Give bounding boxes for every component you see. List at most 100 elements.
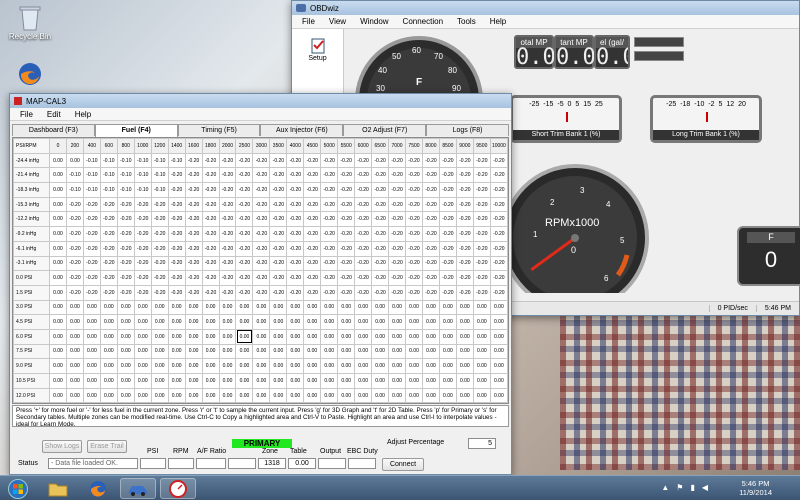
fuel-cell[interactable]: 0.00 — [252, 387, 271, 403]
fuel-cell[interactable]: -0.20 — [421, 284, 440, 301]
fuel-cell[interactable]: 0.00 — [150, 373, 169, 389]
fuel-cell[interactable]: -0.20 — [201, 226, 220, 242]
fuel-cell[interactable]: 0.00 — [218, 358, 237, 374]
fuel-cell[interactable]: -0.20 — [116, 270, 135, 286]
fuel-cell[interactable]: -0.20 — [201, 255, 220, 272]
fuel-cell[interactable]: 0.00 — [49, 240, 67, 257]
fuel-cell[interactable]: -0.20 — [286, 240, 305, 257]
fuel-cell[interactable]: -0.20 — [489, 152, 508, 169]
fuel-cell[interactable]: 0.00 — [167, 402, 186, 403]
fuel-cell[interactable]: 0.00 — [99, 314, 118, 330]
fuel-cell[interactable]: -0.20 — [116, 196, 135, 213]
fuel-cell[interactable]: -0.20 — [455, 182, 474, 198]
fuel-cell[interactable]: -0.20 — [133, 211, 152, 228]
fuel-cell[interactable]: -0.10 — [99, 152, 118, 169]
fuel-cell[interactable]: 0.00 — [371, 328, 390, 345]
fuel-cell[interactable]: -0.20 — [489, 226, 508, 242]
fuel-cell[interactable]: 0.00 — [99, 373, 118, 389]
fuel-cell[interactable]: -0.20 — [116, 211, 135, 228]
fuel-cell[interactable]: 0.00 — [150, 402, 169, 403]
fuel-cell[interactable]: -0.20 — [438, 226, 457, 242]
fuel-cell[interactable]: -0.20 — [303, 211, 322, 228]
fuel-cell[interactable]: -0.20 — [82, 255, 101, 272]
fuel-cell[interactable]: -0.20 — [455, 270, 474, 286]
fuel-cell[interactable]: -0.10 — [65, 167, 84, 184]
fuel-cell[interactable]: 0.00 — [99, 358, 118, 374]
fuel-cell[interactable]: 0.00 — [269, 402, 288, 403]
fuel-cell[interactable]: 0.00 — [218, 328, 237, 345]
fuel-cell[interactable]: -0.20 — [99, 196, 118, 213]
fuel-cell[interactable]: 0.00 — [82, 328, 101, 345]
fuel-cell[interactable]: -0.20 — [269, 211, 288, 228]
fuel-cell[interactable]: -0.20 — [201, 182, 220, 198]
fuel-cell[interactable]: 0.00 — [167, 387, 186, 403]
fuel-cell[interactable]: -0.10 — [150, 152, 169, 169]
fuel-cell[interactable]: -0.20 — [252, 152, 271, 169]
fuel-cell[interactable]: 0.00 — [167, 328, 186, 345]
connect-button[interactable]: Connect — [382, 458, 424, 471]
fuel-cell[interactable]: -0.20 — [303, 240, 322, 257]
fuel-cell[interactable]: -0.10 — [133, 152, 152, 169]
fuel-cell[interactable]: 0.00 — [303, 402, 322, 403]
fuel-cell[interactable]: -0.20 — [438, 270, 457, 286]
fuel-cell[interactable]: 0.00 — [303, 387, 322, 403]
fuel-cell[interactable]: 0.00 — [489, 299, 508, 316]
fuel-cell[interactable]: 0.00 — [116, 314, 135, 330]
fuel-cell[interactable]: -0.10 — [65, 182, 84, 198]
fuel-cell[interactable]: 0.00 — [421, 373, 440, 389]
fuel-cell[interactable]: 0.00 — [405, 314, 423, 330]
fuel-cell[interactable]: -0.20 — [388, 255, 407, 272]
fuel-cell[interactable]: -0.20 — [218, 270, 237, 286]
recycle-bin-icon[interactable]: Recycle Bin — [8, 4, 52, 41]
fuel-cell[interactable]: -0.20 — [82, 284, 101, 301]
fuel-cell[interactable]: 0.00 — [320, 387, 339, 403]
fuel-cell[interactable]: 0.00 — [303, 328, 322, 345]
fuel-cell[interactable]: -0.20 — [354, 270, 373, 286]
taskbar-clock[interactable]: 5:46 PM 11/9/2014 — [739, 479, 772, 497]
fuel-cell[interactable]: 0.00 — [337, 299, 356, 316]
fuel-cell[interactable]: -0.20 — [354, 255, 373, 272]
fuel-cell[interactable]: -0.20 — [99, 255, 118, 272]
fuel-cell[interactable]: 0.00 — [167, 299, 186, 316]
fuel-cell[interactable]: -0.20 — [421, 152, 440, 169]
fuel-cell[interactable]: 0.00 — [184, 343, 203, 360]
fuel-cell[interactable]: -0.20 — [150, 270, 169, 286]
fuel-cell[interactable]: 0.00 — [371, 358, 390, 374]
fuel-cell[interactable]: -0.20 — [472, 284, 491, 301]
fuel-cell[interactable]: 0.00 — [388, 299, 407, 316]
fuel-cell[interactable]: -0.20 — [235, 211, 254, 228]
fuel-cell[interactable]: 0.00 — [218, 402, 237, 403]
fuel-cell[interactable]: -0.20 — [167, 211, 186, 228]
fuel-cell[interactable]: 0.00 — [421, 387, 440, 403]
fuel-cell[interactable]: -0.20 — [201, 211, 220, 228]
fuel-cell[interactable]: 0.00 — [286, 328, 305, 345]
setup-button[interactable]: Setup — [292, 37, 343, 62]
obdwiz-menu-tools[interactable]: Tools — [457, 17, 476, 26]
fuel-cell[interactable]: -0.20 — [489, 167, 508, 184]
fuel-cell[interactable]: -0.20 — [116, 226, 135, 242]
tab-aux-injector[interactable]: Aux Injector (F6) — [260, 124, 344, 136]
fuel-cell[interactable]: -0.20 — [286, 196, 305, 213]
fuel-cell[interactable]: 0.00 — [49, 152, 67, 169]
fuel-cell[interactable]: 0.00 — [405, 328, 423, 345]
fuel-cell[interactable]: 0.00 — [49, 299, 67, 316]
fuel-cell[interactable]: 0.00 — [150, 299, 169, 316]
fuel-cell[interactable]: -0.20 — [235, 270, 254, 286]
fuel-cell[interactable]: 0.00 — [337, 373, 356, 389]
fuel-cell[interactable]: -0.10 — [167, 152, 186, 169]
fuel-cell[interactable]: -0.20 — [371, 284, 390, 301]
fuel-cell[interactable]: -0.20 — [320, 152, 339, 169]
fuel-cell[interactable]: 0.00 — [116, 402, 135, 403]
fuel-cell[interactable]: -0.20 — [82, 240, 101, 257]
fuel-cell[interactable]: 0.00 — [235, 358, 254, 374]
fuel-cell[interactable]: -0.20 — [320, 240, 339, 257]
fuel-cell[interactable]: -0.20 — [218, 211, 237, 228]
fuel-cell[interactable]: -0.20 — [82, 226, 101, 242]
fuel-cell[interactable]: -0.20 — [167, 182, 186, 198]
fuel-cell[interactable]: 0.00 — [455, 299, 474, 316]
fuel-cell[interactable]: 0.00 — [201, 299, 220, 316]
fuel-cell[interactable]: 0.00 — [303, 373, 322, 389]
fuel-cell[interactable]: 0.00 — [99, 343, 118, 360]
fuel-cell[interactable]: -0.10 — [116, 152, 135, 169]
fuel-cell[interactable]: 0.00 — [438, 387, 457, 403]
